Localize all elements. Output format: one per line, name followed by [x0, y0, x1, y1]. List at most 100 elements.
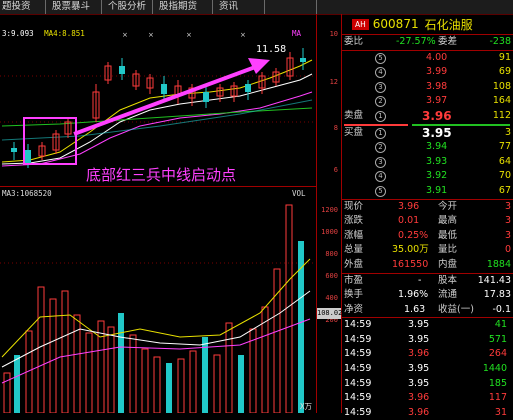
bid-row-3: 3 3.93 64 [342, 155, 513, 170]
stat-label-pe: 市盈 [344, 274, 364, 286]
tab-stock-battle[interactable]: 股票暴斗 [46, 0, 102, 14]
stat-label-pct: 涨幅 [344, 229, 364, 241]
tab-theme-invest[interactable]: 题投资 [0, 0, 46, 14]
ask-level-5: 5 [375, 52, 386, 64]
target-price-label: 11.58 [256, 44, 287, 55]
svg-text:×: × [148, 31, 154, 39]
ask-row-1: 卖盘 1 3.96 112 [342, 109, 513, 124]
trade-ticker[interactable]: 14:59 3.95 41 14:59 3.95 571 14:59 3.96 … [342, 318, 513, 420]
stat-value-float: 17.83 [483, 289, 511, 301]
vol-tag: VOL [292, 189, 306, 198]
ask-vol-4: 69 [498, 66, 511, 78]
bid-vol-1: 3 [504, 126, 511, 138]
price-volume-axis: 12 8 10 6 1200 1000 800 600 400 200 108.… [316, 14, 342, 413]
annotation-text: 底部红三兵中线启动点 [86, 166, 237, 184]
stat-label-netasset: 净资 [344, 303, 364, 315]
trend-arrow-head [248, 58, 270, 74]
stat-label-low: 最低 [438, 229, 458, 241]
price-axis-10: 10 [329, 30, 338, 38]
stat-row-5: 外盘 161550 内盘 1884 [342, 258, 513, 274]
price-axis-8: 8 [333, 124, 338, 132]
bid-price-4: 3.92 [426, 170, 448, 182]
ask-row-3: 3 3.98 108 [342, 80, 513, 95]
bid-row-2: 2 3.94 77 [342, 140, 513, 155]
trade-time: 14:59 [344, 348, 372, 360]
bid-vol-3: 64 [498, 155, 511, 167]
volume-bars [3, 204, 304, 414]
bid-price-1: 3.95 [422, 125, 452, 140]
trade-vol: 264 [488, 348, 507, 360]
vol-axis-1200: 1200 [321, 206, 338, 214]
bid-vol-2: 77 [498, 141, 511, 153]
trade-row: 14:59 3.96 117 [342, 391, 513, 406]
stat-row-2: 涨跌 0.01 最高 3 [342, 214, 513, 229]
bid-level-4: 4 [375, 171, 386, 183]
stat-row-3: 涨幅 0.25% 最低 3 [342, 229, 513, 244]
trade-price: 3.95 [408, 363, 430, 375]
stat-label-high: 最高 [438, 215, 458, 227]
trade-price: 3.95 [408, 377, 430, 389]
ask-vol-3: 108 [492, 80, 511, 92]
stat-label-inner: 内盘 [438, 258, 458, 270]
trade-row: 14:59 3.95 185 [342, 377, 513, 392]
stat-label-float: 流通 [438, 289, 458, 301]
stat-label-eps: 收益(一) [438, 303, 474, 315]
ask-vol-5: 91 [498, 51, 511, 63]
tab-index-futures[interactable]: 股指期货 [153, 0, 213, 14]
ma-legend-2: MA4:8.851 [44, 29, 85, 38]
stat-label-volume: 总量 [344, 244, 364, 256]
bid-label: 买盘 [344, 126, 364, 138]
trade-vol: 1440 [482, 363, 507, 375]
quote-stats: 现价 3.96 今开 3 涨跌 0.01 最高 3 涨幅 0.25% 最低 3 … [342, 200, 513, 319]
ask-label: 卖盘 [344, 109, 364, 121]
trade-price: 3.95 [408, 319, 430, 331]
bid-level-2: 2 [375, 142, 386, 154]
price-chart[interactable]: × × × × 3:9.093 MA4:8.851 MA 11.58 底部红三兵… [0, 14, 316, 186]
stat-label-turnover: 换手 [344, 289, 364, 301]
trade-vol: 185 [488, 377, 507, 389]
trend-arrow [73, 64, 259, 136]
stat-label-outer: 外盘 [344, 258, 364, 270]
tab-stock-analysis[interactable]: 个股分析 [102, 0, 153, 14]
ask-row-2: 2 3.97 164 [342, 94, 513, 109]
stat-row-4: 总量 35.00万 量比 0 [342, 243, 513, 258]
bid-vol-4: 70 [498, 170, 511, 182]
ask-vol-1: 112 [492, 109, 511, 121]
ask-level-3: 3 [375, 81, 386, 93]
bid-level-5: 5 [375, 185, 386, 197]
trade-time: 14:59 [344, 333, 372, 345]
weicha-value: -238 [489, 36, 511, 47]
ask-level-1: 1 [375, 110, 386, 122]
volume-chart[interactable]: MA3:1068520 VOL X万 [0, 186, 316, 414]
tab-news[interactable]: 资讯 [213, 0, 265, 14]
stat-value-outer: 161550 [392, 258, 429, 270]
stat-value-turnover: 1.96% [398, 289, 429, 301]
stat-row-7: 换手 1.96% 流通 17.83 [342, 288, 513, 303]
stat-value-netasset: 1.63 [404, 303, 426, 315]
bid-vol-5: 67 [498, 184, 511, 196]
ask-price-2: 3.97 [426, 95, 448, 107]
ask-price-3: 3.98 [426, 80, 448, 92]
tab-blank [265, 0, 317, 14]
trade-time: 14:59 [344, 319, 372, 331]
vol-axis-800: 800 [325, 250, 338, 258]
ask-row-5: 5 4.00 91 [342, 51, 513, 66]
stat-label-change: 涨跌 [344, 215, 364, 227]
bid-price-2: 3.94 [426, 141, 448, 153]
ma-legend-1: 3:9.093 [2, 29, 34, 38]
svg-text:×: × [186, 31, 192, 39]
stat-row-1: 现价 3.96 今开 3 [342, 200, 513, 215]
stat-row-8: 净资 1.63 收益(一) -0.1 [342, 303, 513, 319]
stat-label-shares: 股本 [438, 274, 458, 286]
top-tab-bar: 题投资 股票暴斗 个股分析 股指期货 资讯 [0, 0, 513, 15]
bid-price-5: 3.91 [426, 184, 448, 196]
bid-price-3: 3.93 [426, 155, 448, 167]
stat-row-6: 市盈 - 股本 141.43 [342, 274, 513, 289]
svg-text:×: × [240, 31, 246, 39]
stat-value-price: 3.96 [398, 200, 420, 212]
trade-vol: 41 [494, 319, 507, 331]
bid-row-4: 4 3.92 70 [342, 169, 513, 184]
ask-price-4: 3.99 [426, 66, 448, 78]
ask-price-5: 4.00 [426, 51, 448, 63]
stock-header: AH 600871 石化油服 [342, 14, 513, 35]
